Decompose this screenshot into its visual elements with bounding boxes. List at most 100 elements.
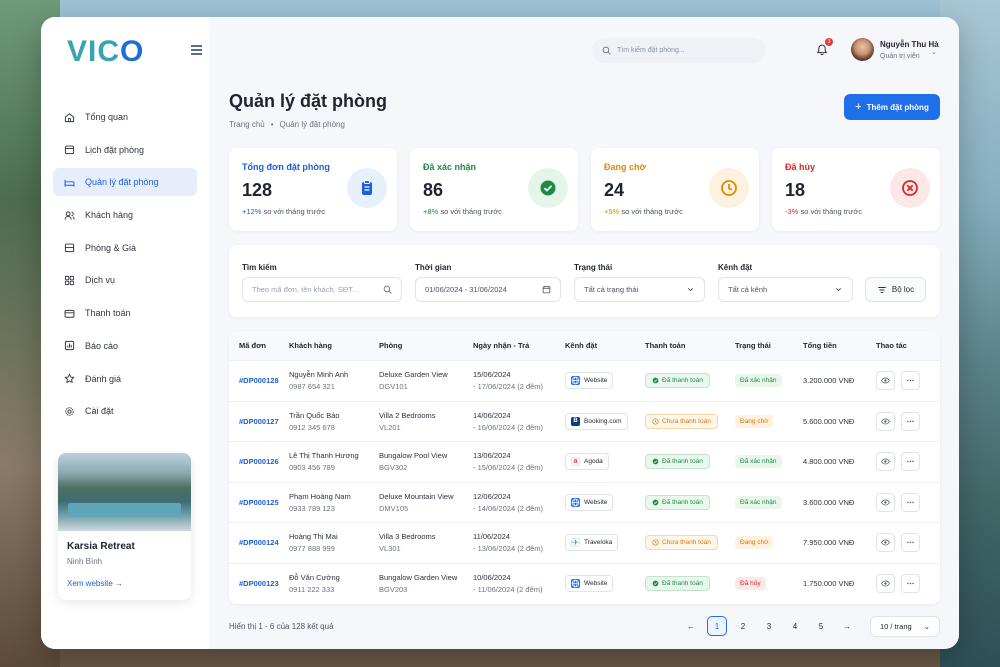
booking-id-link[interactable]: #DP000128 xyxy=(229,376,289,385)
star-icon xyxy=(63,373,75,385)
column-header: Trạng thái xyxy=(735,341,771,350)
date-cell: 12/06/2024- 14/06/2024 (2 đêm) xyxy=(473,491,544,513)
service-icon xyxy=(63,274,75,286)
search-icon xyxy=(383,285,392,294)
stat-comparison: +12% so với tháng trước xyxy=(242,207,326,216)
booking-id-link[interactable]: #DP000125 xyxy=(229,498,289,507)
table-row[interactable]: #DP000127 Trần Quốc Bảo 0912 345 678 Villa … xyxy=(229,402,940,442)
more-button[interactable] xyxy=(901,574,920,594)
more-button[interactable] xyxy=(901,452,920,472)
eye-icon xyxy=(881,539,890,546)
eye-icon xyxy=(881,580,890,587)
booking-id-link[interactable]: #DP000126 xyxy=(229,457,289,466)
customer-cell: Lê Thị Thanh Hương 0903 456 789 xyxy=(289,451,359,473)
chevron-down-icon[interactable]: ⌄ xyxy=(931,48,937,56)
sidebar-item-label: Báo cáo xyxy=(85,340,119,351)
total-cell: 7.950.000 VNĐ xyxy=(803,538,855,548)
filter-button[interactable]: Bộ lọc xyxy=(865,277,926,302)
column-header: Khách hàng xyxy=(289,341,332,350)
table-row[interactable]: #DP000128 Nguyễn Minh Anh 0987 654 321 Delu… xyxy=(229,361,940,402)
pagination: ← 1 2 3 4 5 → xyxy=(681,616,857,636)
sidebar-item-9[interactable]: Đánh giá xyxy=(53,365,197,393)
channel-badge: a Agoda xyxy=(565,453,609,471)
more-button[interactable] xyxy=(901,411,920,431)
table-row[interactable]: #DP000125 Phạm Hoàng Nam 0933 789 123 Delux… xyxy=(229,483,940,523)
user-name[interactable]: Nguyễn Thu Hà xyxy=(880,40,939,49)
promo-title: Karsia Retreat xyxy=(67,541,135,552)
channel-select[interactable]: Tất cả kênh xyxy=(718,277,853,302)
payment-cell: Chưa thanh toán xyxy=(645,535,735,551)
booking-id-link[interactable]: #DP000127 xyxy=(229,417,289,426)
prev-page-button[interactable]: ← xyxy=(681,616,701,636)
next-page-button[interactable]: → xyxy=(837,616,857,636)
page-title: Quản lý đặt phòng xyxy=(229,91,387,111)
check-circle-icon xyxy=(652,580,659,587)
payment-badge: Đã thanh toán xyxy=(645,373,710,389)
view-button[interactable] xyxy=(876,371,895,391)
sidebar-item-5[interactable]: Phòng & Giá xyxy=(53,234,197,262)
global-search-input[interactable]: Tìm kiếm đặt phòng... xyxy=(592,38,766,63)
payment-badge: Chưa thanh toán xyxy=(645,413,718,429)
page-button[interactable]: 5 xyxy=(811,616,831,636)
search-icon xyxy=(602,46,611,55)
channel-cell: a Agoda xyxy=(565,453,645,471)
view-button[interactable] xyxy=(876,533,895,553)
booking-search-input[interactable]: Theo mã đơn, tên khách, SĐT... xyxy=(242,277,402,302)
sidebar-item-7[interactable]: Thanh toán xyxy=(53,299,197,327)
page-button[interactable]: 3 xyxy=(759,616,779,636)
view-button[interactable] xyxy=(876,492,895,512)
sidebar-item-6[interactable]: Dịch vụ xyxy=(53,266,197,294)
booking-id-link[interactable]: #DP000124 xyxy=(229,538,289,547)
sidebar-item-8[interactable]: Báo cáo xyxy=(53,332,197,360)
total-cell: 3.600.000 VNĐ xyxy=(803,497,855,507)
booking-id-link[interactable]: #DP000123 xyxy=(229,579,289,588)
x-circle-icon xyxy=(890,168,930,208)
more-button[interactable] xyxy=(901,371,920,391)
sidebar-item-label: Thanh toán xyxy=(85,308,131,319)
date-range-picker[interactable]: 01/06/2024 - 31/06/2024 xyxy=(415,277,561,302)
add-booking-button[interactable]: + Thêm đặt phòng xyxy=(844,94,940,120)
page-button[interactable]: 2 xyxy=(733,616,753,636)
view-button[interactable] xyxy=(876,574,895,594)
sidebar-item-10[interactable]: Cài đặt xyxy=(53,397,197,425)
column-header: Phòng xyxy=(379,341,403,350)
status-badge: Đã xác nhận xyxy=(735,374,782,388)
payment-badge: Chưa thanh toán xyxy=(645,535,718,551)
sidebar-item-3[interactable]: Quản lý đặt phòng xyxy=(53,168,197,197)
table-row[interactable]: #DP000124 Hoàng Thị Mai 0977 888 999 Villa … xyxy=(229,523,940,564)
bell-icon[interactable] xyxy=(816,44,828,56)
avatar[interactable] xyxy=(851,38,874,61)
payment-cell: Đã thanh toán xyxy=(645,494,735,510)
total-cell: 1.750.000 VNĐ xyxy=(803,579,855,589)
table-row[interactable]: #DP000123 Đỗ Văn Cường 0911 222 333 Bungalo… xyxy=(229,564,940,605)
chevron-down-icon xyxy=(687,288,694,292)
status-select[interactable]: Tất cả trạng thái xyxy=(574,277,705,302)
logo: VICO xyxy=(67,35,145,68)
check-circle-icon xyxy=(652,377,659,384)
table-row[interactable]: #DP000126 Lê Thị Thanh Hương 0903 456 789 B… xyxy=(229,442,940,483)
actions-cell xyxy=(876,533,940,553)
more-button[interactable] xyxy=(901,533,920,553)
column-header: Thanh toán xyxy=(645,341,686,350)
breadcrumb-home[interactable]: Trang chủ xyxy=(229,120,265,129)
sidebar-item-2[interactable]: Lịch đặt phòng xyxy=(53,136,197,164)
view-button[interactable] xyxy=(876,411,895,431)
sidebar-item-label: Phòng & Giá xyxy=(85,242,137,253)
payment-cell: Đã thanh toán xyxy=(645,576,735,592)
sidebar: VICO Tổng quan Lịch đặt phòng Quản lý đặt … xyxy=(41,17,209,649)
promo-website-link[interactable]: Xem website → xyxy=(67,579,123,588)
menu-icon[interactable] xyxy=(191,45,202,55)
stat-card-2: Đã xác nhận 86 +8% so với tháng trước xyxy=(410,148,578,231)
date-cell: 11/06/2024- 13/06/2024 (2 đêm) xyxy=(473,532,544,554)
channel-cell: ✈ Traveloka xyxy=(565,534,645,552)
sidebar-item-1[interactable]: Tổng quan xyxy=(53,103,197,131)
page-size-select[interactable]: 10 / trang ⌄ xyxy=(870,616,940,637)
page-button[interactable]: 4 xyxy=(785,616,805,636)
page-button[interactable]: 1 xyxy=(707,616,727,636)
total-cell: 3.200.000 VNĐ xyxy=(803,376,855,386)
traveloka-icon: ✈ xyxy=(571,538,580,548)
more-button[interactable] xyxy=(901,492,920,512)
view-button[interactable] xyxy=(876,452,895,472)
customer-cell: Hoàng Thị Mai 0977 888 999 xyxy=(289,532,338,554)
sidebar-item-4[interactable]: Khách hàng xyxy=(53,201,197,229)
